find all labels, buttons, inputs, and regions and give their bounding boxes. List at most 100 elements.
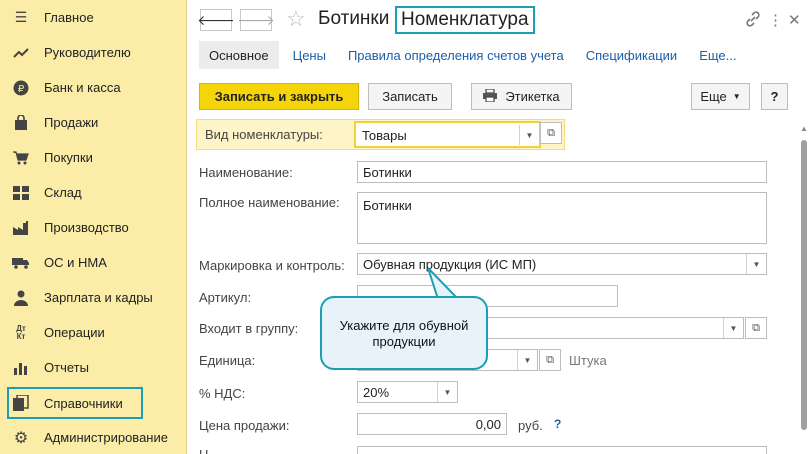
- sidebar-item-bank[interactable]: ₽ Банк и касса: [0, 70, 187, 105]
- tooltip-line: Укажите для обувной: [339, 318, 469, 333]
- cut-off-label: Н: [199, 447, 208, 454]
- item-type-row: Вид номенклатуры: Товары ▼ ⧉: [196, 119, 565, 150]
- help-link[interactable]: ?: [554, 417, 561, 431]
- vat-value: 20%: [363, 385, 390, 400]
- sidebar-item-directories[interactable]: Справочники: [7, 387, 143, 419]
- sidebar-item-reports[interactable]: Отчеты: [0, 350, 187, 385]
- save-button[interactable]: Записать: [368, 83, 452, 110]
- sidebar-item-admin[interactable]: ⚙ Администрирование: [0, 420, 187, 454]
- dt-kt-icon: Дт Кт: [16, 323, 26, 341]
- chevron-down-icon[interactable]: ▼: [437, 382, 457, 402]
- sidebar-item-label: Отчеты: [44, 360, 89, 375]
- marking-field[interactable]: Обувная продукция (ИС МП) ▼: [357, 253, 767, 275]
- save-and-close-button[interactable]: Записать и закрыть: [199, 83, 359, 110]
- sidebar-item-label: Продажи: [44, 115, 99, 130]
- name-field[interactable]: Ботинки: [357, 161, 767, 183]
- page-title: Ботинки: [318, 8, 390, 29]
- vat-field[interactable]: 20% ▼: [357, 381, 458, 403]
- sidebar-item-label: Зарплата и кадры: [44, 290, 153, 305]
- trend-icon: [12, 44, 30, 62]
- sidebar-item-fixed-assets[interactable]: ОС и НМА: [0, 245, 187, 280]
- tab-main[interactable]: Основное: [199, 41, 279, 69]
- vat-label: % НДС:: [199, 386, 246, 401]
- more-actions-label: Еще: [700, 89, 727, 104]
- close-icon[interactable]: ✕: [788, 11, 801, 29]
- bar-chart-icon: [12, 359, 30, 377]
- chevron-down-icon: ▼: [732, 92, 741, 101]
- sidebar-item-label: Производство: [44, 220, 129, 235]
- sidebar-item-label: Покупки: [44, 150, 93, 165]
- more-menu-icon[interactable]: ⋮: [768, 11, 783, 29]
- arrow-left-icon: 🡐: [197, 11, 235, 28]
- forward-button[interactable]: 🡒: [237, 9, 275, 31]
- person-icon: [12, 289, 30, 307]
- sidebar-item-label: Главное: [44, 10, 94, 25]
- star-icon[interactable]: ☆: [286, 6, 306, 32]
- chevron-down-icon[interactable]: ▼: [519, 125, 539, 145]
- label-print-button[interactable]: Этикетка: [471, 83, 572, 110]
- tab-account-rules[interactable]: Правила определения счетов учета: [340, 41, 572, 69]
- back-button[interactable]: 🡐: [197, 9, 235, 31]
- sidebar: ☰ Главное Руководителю ₽ Банк и касса Пр…: [0, 0, 187, 454]
- sidebar-item-label: Справочники: [44, 395, 123, 411]
- truck-icon: [12, 254, 30, 272]
- printer-icon: [483, 87, 498, 105]
- chevron-down-icon[interactable]: ▼: [517, 350, 537, 370]
- tooltip-line: продукции: [372, 334, 436, 349]
- sidebar-item-label: ОС и НМА: [44, 255, 107, 270]
- sidebar-item-label: Банк и касса: [44, 80, 121, 95]
- marking-label: Маркировка и контроль:: [199, 258, 345, 273]
- full-name-field[interactable]: Ботинки: [357, 192, 767, 244]
- group-label: Входит в группу:: [199, 321, 299, 336]
- scroll-up-icon[interactable]: ▲: [800, 124, 808, 133]
- name-label: Наименование:: [199, 165, 293, 180]
- factory-icon: [12, 219, 30, 237]
- full-name-label: Полное наименование:: [199, 195, 340, 210]
- sidebar-item-production[interactable]: Производство: [0, 210, 187, 245]
- warehouse-icon: [12, 184, 30, 202]
- page-title-type: Номенклатура: [395, 6, 535, 34]
- open-icon[interactable]: ⧉: [539, 349, 561, 371]
- main-panel: 🡐 🡒 ☆ Ботинки Номенклатура ⋮ ✕ Основное …: [188, 0, 810, 454]
- chevron-down-icon[interactable]: ▼: [746, 254, 766, 274]
- sidebar-item-salary[interactable]: Зарплата и кадры: [0, 280, 187, 315]
- sidebar-item-warehouse[interactable]: Склад: [0, 175, 187, 210]
- books-icon: [12, 394, 30, 412]
- menu-icon: ☰: [14, 9, 28, 25]
- tab-prices[interactable]: Цены: [285, 41, 334, 69]
- tab-specifications[interactable]: Спецификации: [578, 41, 686, 69]
- svg-text:₽: ₽: [18, 84, 25, 95]
- price-field[interactable]: 0,00: [357, 413, 507, 435]
- item-type-value: Товары: [362, 128, 407, 143]
- bag-icon: [12, 114, 30, 132]
- item-type-field[interactable]: Товары ▼: [354, 121, 541, 148]
- cart-icon: [12, 149, 30, 167]
- price-label: Цена продажи:: [199, 418, 290, 433]
- open-icon[interactable]: ⧉: [540, 122, 562, 144]
- sidebar-item-manager[interactable]: Руководителю: [0, 35, 187, 70]
- vertical-scrollbar[interactable]: ▲: [799, 120, 810, 454]
- help-button[interactable]: ?: [761, 83, 788, 110]
- open-icon[interactable]: ⧉: [745, 317, 767, 339]
- chevron-down-icon[interactable]: ▼: [723, 318, 743, 338]
- article-label: Артикул:: [199, 290, 252, 305]
- arrow-right-icon: 🡒: [237, 11, 275, 28]
- sidebar-item-sales[interactable]: Продажи: [0, 105, 187, 140]
- gear-icon: ⚙: [13, 429, 29, 447]
- price-currency: руб.: [518, 418, 543, 433]
- more-actions-button[interactable]: Еще ▼: [691, 83, 750, 110]
- sidebar-item-purchases[interactable]: Покупки: [0, 140, 187, 175]
- sidebar-item-label: Администрирование: [44, 430, 168, 445]
- cut-off-field[interactable]: [357, 446, 767, 454]
- sidebar-item-operations[interactable]: Дт Кт Операции: [0, 315, 187, 350]
- scrollbar-thumb[interactable]: [801, 140, 807, 430]
- link-icon[interactable]: [745, 11, 761, 31]
- sidebar-item-main[interactable]: ☰ Главное: [0, 0, 187, 35]
- ruble-icon: ₽: [12, 79, 30, 97]
- unit-name: Штука: [569, 353, 607, 368]
- label-print-text: Этикетка: [505, 89, 560, 104]
- unit-label: Единица:: [199, 353, 256, 368]
- hint-tooltip: Укажите для обувной продукции: [320, 296, 488, 370]
- sidebar-item-label: Склад: [44, 185, 82, 200]
- tab-more[interactable]: Еще...: [691, 41, 744, 69]
